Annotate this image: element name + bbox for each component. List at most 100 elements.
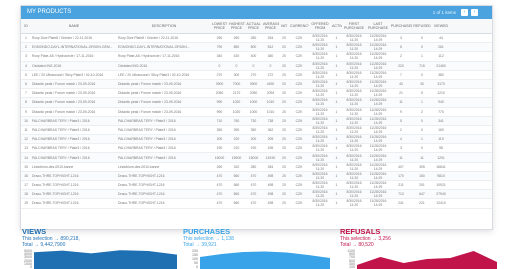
cell-name: PALCHARBRAS TERY / Plate3 / 2016 (32, 137, 90, 142)
column-header-average-price[interactable]: AVERAGE PRICE (262, 22, 279, 30)
cell-highest-price: 560 (233, 183, 240, 188)
cell-description: Didactic peak / Forum match / 23-09-2016 (118, 109, 182, 114)
cell-actual-price: 1000 (249, 100, 258, 105)
cell-id: 4 (25, 63, 27, 68)
column-header-actual-price[interactable]: ACTUAL PRICE (245, 22, 262, 30)
table-row[interactable]: 19 Draco-THRE-TOPHIGHT-1216 Draco-THRE-TOP… (21, 199, 492, 209)
column-header-last-purchase[interactable]: LAST PURCHASE (366, 22, 390, 30)
column-header-offered-from[interactable]: OFFERED FROM (309, 22, 331, 30)
cell-viewed: 27940 (436, 192, 446, 197)
cell-lowest-price: 260 (216, 164, 223, 169)
table-row[interactable]: 15 Lindoblum-des-0010-kanne Lindoblum-des-… (21, 163, 492, 172)
cell-viewed: 160 (438, 127, 444, 132)
table-row[interactable]: 4 Oxidated ING-2016 Oxidated ING-2016 0 0 0 0 2… (21, 61, 492, 71)
table-row[interactable]: 18 Draco-THRE-TOPHIGHT-1216 Draco-THRE-TOP… (21, 190, 492, 200)
cell-actual-price: 270 (250, 72, 257, 77)
cell-offered-from: 8/30/2016 11:20 (312, 70, 328, 79)
cell-active: 1 (335, 146, 338, 151)
table-row[interactable]: 3 Roxy Plate-A5 / Hydrocircle / 17-11-201… (21, 52, 492, 62)
cell-viewed: 380 (438, 72, 444, 77)
cell-viewed: 261 (438, 45, 444, 50)
cell-highest-price: 560 (233, 201, 240, 206)
table-body: 1 Roxy Dive Plate8 / Grinder / 22-11-2016… (21, 34, 492, 209)
cell-refused: 0 (421, 127, 423, 132)
column-header-description[interactable]: DESCRIPTION (117, 24, 211, 28)
cell-last-purchase: 11/28/2016 14:29 (369, 125, 387, 134)
column-header-vat[interactable]: VAT (279, 24, 289, 28)
table-row[interactable]: 6 Didactic peak / Forum match / 23-09-201… (21, 79, 492, 90)
cell-viewed: 3170 (437, 82, 445, 87)
column-header-name[interactable]: NAME (31, 24, 117, 28)
cell-purchased: 11 (399, 100, 403, 105)
table-row[interactable]: 5 LEE / 20 Ultrasound / Stivy Plate3 / 02… (21, 71, 492, 80)
table-row[interactable]: 1 Roxy Dive Plate8 / Grinder / 22-11-2016… (21, 34, 492, 44)
table-row[interactable]: 9 Didactic peak / Forum match / 23-09-201… (21, 108, 492, 117)
cell-purchased: 3 (400, 36, 402, 41)
table-row[interactable]: 14 PALCHARBRAS TERY / Plate3 / 2016 PALCHA… (21, 153, 492, 163)
cell-offered-from: 8/30/2016 11:20 (312, 116, 328, 125)
cell-currency: CZK (295, 63, 303, 68)
cell-purchased: 9 (400, 109, 402, 114)
cell-vat: 20 (282, 173, 286, 178)
column-header-currency[interactable]: CURRENCY (289, 24, 309, 28)
pager-prev-button[interactable]: ‹ (461, 9, 468, 16)
cell-offered-from: 8/30/2016 11:20 (312, 107, 328, 116)
cell-actual-price: 15000 (248, 155, 259, 160)
cell-last-purchase: 11/28/2016 14:29 (369, 153, 387, 162)
cell-active: 1 (335, 118, 338, 123)
cell-average-price: 738 (267, 118, 274, 123)
cell-purchased: 2 (400, 54, 402, 59)
column-header-refused[interactable]: REFUSED (412, 24, 432, 28)
cell-refused: 1 (421, 137, 423, 142)
column-header-viewed[interactable]: VIEWED (432, 24, 450, 28)
table-row[interactable]: 12 PALCHARBRAS TERY / Plate3 / 2016 PALCHA… (21, 135, 492, 145)
table-row[interactable]: 16 Draco-THRE-TOPHIGHT-1216 Draco-THRE-TOP… (21, 171, 492, 181)
cell-last-purchase: 11/28/2016 14:29 (369, 199, 387, 208)
cell-description: Didactic peak / Forum match / 23-09-2016 (118, 82, 182, 87)
cell-lowest-price: 2050 (215, 91, 224, 96)
column-header-highest-price[interactable]: HIGHEST PRICE (228, 22, 245, 30)
cell-currency: CZK (295, 183, 303, 188)
cell-refused: 647 (419, 192, 425, 197)
table-row[interactable]: 2 EGMONDO-DAYL-INTERNATIONAL-ORIGIN-GEM..… (21, 43, 492, 53)
cell-average-price: 498 (267, 183, 274, 188)
table-row[interactable]: 8 Didactic peak / Forum match / 23-09-201… (21, 98, 492, 108)
cell-id: 18 (24, 192, 28, 197)
cell-highest-price: 300 (233, 72, 240, 77)
refusals-title: REFUSALS (340, 227, 381, 236)
column-header-id[interactable]: ID (21, 24, 31, 28)
cell-average-price: 205 (267, 137, 274, 142)
cell-lowest-price: 15000 (214, 155, 225, 160)
cell-lowest-price: 470 (216, 192, 223, 197)
cell-id: 7 (25, 91, 27, 96)
cell-offered-from: 8/30/2016 11:20 (312, 181, 328, 190)
cell-last-purchase: 11/28/2016 14:29 (369, 80, 387, 89)
cell-lowest-price: 990 (216, 100, 223, 105)
cell-name: Lindoblum-des-0010-kanne (32, 164, 74, 169)
views-area (34, 250, 177, 269)
cell-offered-from: 8/30/2016 11:20 (312, 162, 328, 171)
table-row[interactable]: 10 PALCHARBRAS TERY / Plate3 / 2016 PALCHA… (21, 116, 492, 126)
table-row[interactable]: 11 PALCHARBRAS TERY / Plate3 / 2016 PALCHA… (21, 125, 492, 136)
table-row[interactable]: 7 Didactic peak / Forum match / 23-09-201… (21, 89, 492, 99)
table-row[interactable]: 13 PALCHARBRAS TERY / Plate3 / 2016 PALCHA… (21, 144, 492, 154)
column-header-active[interactable]: ACTIVE (331, 24, 342, 28)
cell-highest-price: 1020 (232, 109, 241, 114)
cell-lowest-price: 190 (216, 146, 223, 151)
cell-currency: CZK (295, 36, 303, 41)
column-header-lowest-price[interactable]: LOWEST PRICE (211, 22, 228, 30)
cell-average-price: 0 (269, 63, 272, 68)
cell-viewed: 341 (438, 118, 444, 123)
cell-offered-from: 8/30/2016 11:20 (312, 34, 328, 43)
cell-highest-price: 15900 (231, 155, 242, 160)
column-header-purchased[interactable]: PURCHASED (390, 24, 412, 28)
table-row[interactable]: 17 Draco-THRE-TOPHIGHT-1216 Draco-THRE-TOP… (21, 181, 492, 191)
cell-name: EGMONDO-DAYL-INTERNATIONAL-ORIGIN-GEM... (32, 45, 113, 50)
column-header-first-purchase[interactable]: FIRST PURCHASE (342, 22, 366, 30)
cell-description: Draco-THRE-TOPHIGHT-1216 (118, 183, 165, 188)
pager-next-button[interactable]: › (471, 9, 478, 16)
cell-description: Draco-THRE-TOPHIGHT-1216 (118, 192, 165, 197)
cell-currency: CZK (295, 118, 303, 123)
cell-vat: 20 (282, 45, 286, 50)
cell-purchased: 407 (398, 164, 404, 169)
